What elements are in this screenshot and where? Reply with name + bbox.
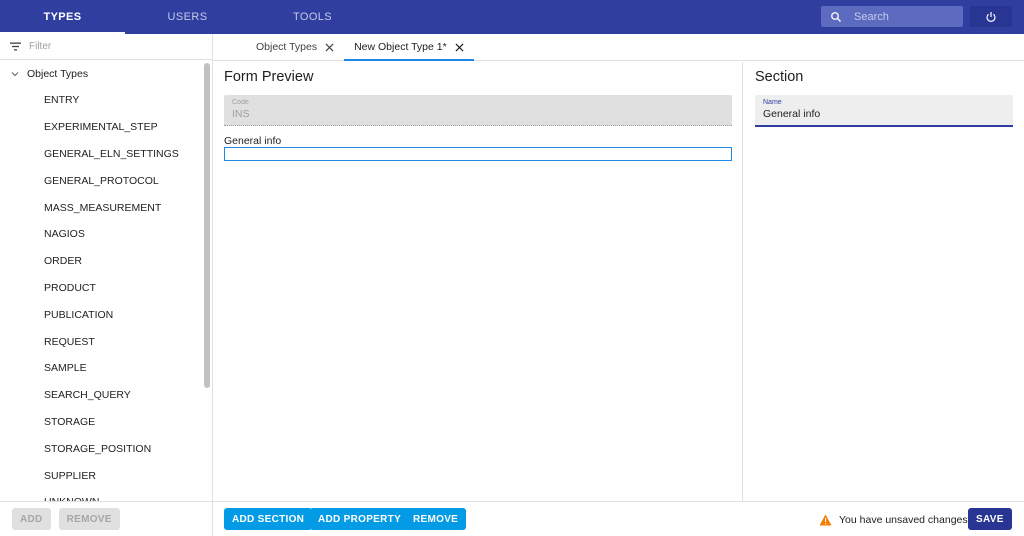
search-icon	[831, 11, 841, 22]
remove-type-button[interactable]: REMOVE	[58, 508, 120, 530]
tree-item[interactable]: ORDER	[0, 248, 202, 275]
tree-node-object-types[interactable]: Object Types	[0, 61, 202, 87]
form-preview-title: Form Preview	[224, 69, 314, 85]
section-name-input[interactable]	[763, 108, 1003, 120]
search-box[interactable]	[821, 6, 963, 27]
close-icon[interactable]	[325, 42, 334, 52]
tree-item[interactable]: SAMPLE	[0, 355, 202, 382]
tab-new-object-type[interactable]: New Object Type 1*	[344, 34, 474, 61]
tree-item[interactable]: GENERAL_ELN_SETTINGS	[0, 141, 202, 168]
tab-label: New Object Type 1*	[354, 41, 447, 53]
tree-item[interactable]: SUPPLIER	[0, 462, 202, 489]
section-parameters: Section Name	[744, 62, 1024, 502]
add-section-button[interactable]: ADD SECTION	[224, 508, 313, 530]
tree-item[interactable]: NAGIOS	[0, 221, 202, 248]
add-property-button[interactable]: ADD PROPERTY	[310, 508, 410, 530]
tree-item[interactable]: UNKNOWN	[0, 489, 202, 501]
browser-actions: ADD REMOVE	[0, 501, 212, 536]
app-bar: TYPES USERS TOOLS	[0, 0, 1024, 34]
tree-item[interactable]: MASS_MEASUREMENT	[0, 194, 202, 221]
tab-label: Object Types	[256, 41, 318, 53]
tab-tools[interactable]: TOOLS	[250, 0, 375, 34]
filter-icon	[10, 42, 21, 51]
code-label: Code	[232, 99, 249, 106]
tree-scrollbar[interactable]	[202, 61, 212, 501]
add-button[interactable]: ADD	[12, 508, 51, 530]
tree-item[interactable]: STORAGE	[0, 409, 202, 436]
tab-users[interactable]: USERS	[125, 0, 250, 34]
tab-object-types[interactable]: Object Types	[246, 34, 344, 60]
chevron-down-icon[interactable]	[10, 69, 20, 79]
preview-section-title[interactable]: General info	[224, 135, 281, 147]
section-panel-title: Section	[755, 69, 804, 85]
tree-item[interactable]: PUBLICATION	[0, 301, 202, 328]
search-input[interactable]	[854, 10, 954, 23]
close-icon[interactable]	[455, 42, 464, 52]
types-tree: Object Types ENTRY EXPERIMENTAL_STEP GEN…	[0, 61, 202, 501]
tree-item[interactable]: GENERAL_PROTOCOL	[0, 167, 202, 194]
form-actions-bar: ADD SECTION ADD PROPERTY REMOVE You have…	[213, 501, 1024, 536]
filter-input[interactable]	[29, 41, 199, 52]
save-button[interactable]: SAVE	[968, 508, 1012, 530]
preview-section-container[interactable]	[224, 147, 732, 161]
remove-button[interactable]: REMOVE	[405, 508, 467, 530]
section-name-field[interactable]: Name	[755, 95, 1013, 127]
code-value: INS	[232, 108, 250, 120]
form-preview: Form Preview Code INS General info	[213, 62, 743, 502]
tree-item[interactable]: ENTRY	[0, 87, 202, 114]
code-field: Code INS	[224, 95, 732, 126]
tab-types[interactable]: TYPES	[0, 0, 125, 34]
tree-item[interactable]: PRODUCT	[0, 275, 202, 302]
tree-item[interactable]: REQUEST	[0, 328, 202, 355]
unsaved-warning-text: You have unsaved changes	[839, 514, 968, 526]
name-label: Name	[763, 99, 782, 106]
filter-bar	[0, 34, 212, 60]
scrollbar-thumb[interactable]	[204, 63, 210, 388]
logout-button[interactable]	[970, 6, 1012, 27]
tree-node-label: Object Types	[27, 68, 89, 80]
document-tabs: Object Types New Object Type 1*	[213, 34, 1024, 61]
power-icon	[986, 11, 996, 22]
tree-item[interactable]: STORAGE_POSITION	[0, 435, 202, 462]
unsaved-warning: You have unsaved changes	[819, 514, 968, 526]
warning-icon	[819, 514, 832, 526]
types-browser: Object Types ENTRY EXPERIMENTAL_STEP GEN…	[0, 34, 213, 536]
tree-item[interactable]: SEARCH_QUERY	[0, 382, 202, 409]
tree-item[interactable]: EXPERIMENTAL_STEP	[0, 114, 202, 141]
